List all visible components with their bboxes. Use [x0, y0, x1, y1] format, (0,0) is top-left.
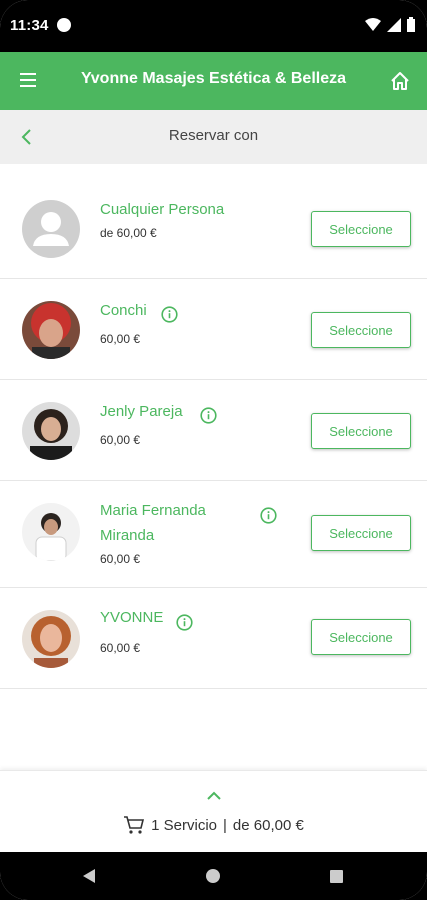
- select-button[interactable]: Seleccione: [311, 211, 411, 247]
- staff-price: de 60,00 €: [100, 226, 157, 240]
- phone-screen: 11:34 Yvonne Masajes Estética & Belleza …: [0, 0, 427, 900]
- app-title: Yvonne Masajes Estética & Belleza: [80, 70, 346, 87]
- cart-total: de 60,00 €: [232, 816, 304, 834]
- staff-row-conchi: Conchi 60,00 € Seleccione: [0, 279, 427, 380]
- page-title: Reservar con: [168, 127, 259, 144]
- select-button[interactable]: Seleccione: [311, 619, 411, 655]
- staff-price: 60,00 €: [100, 641, 141, 655]
- staff-name: Jenly Pareja: [100, 403, 183, 420]
- avatar: [22, 610, 80, 668]
- info-icon[interactable]: [200, 407, 217, 424]
- staff-name: Conchi: [100, 302, 147, 319]
- app-bar: Yvonne Masajes Estética & Belleza: [0, 52, 427, 110]
- cart-icon: [124, 816, 145, 834]
- nav-home-icon[interactable]: [206, 869, 220, 883]
- staff-row-maria: Maria Fernanda Miranda 60,00 € Seleccion…: [0, 481, 427, 588]
- staff-price: 60,00 €: [100, 552, 141, 566]
- status-icons: [365, 17, 415, 32]
- staff-name: Cualquier Persona: [100, 201, 225, 218]
- system-nav-bar: [0, 852, 427, 900]
- nav-back-icon[interactable]: [82, 868, 96, 884]
- sub-header: Reservar con: [0, 110, 427, 164]
- wifi-icon: [365, 17, 381, 31]
- status-bar: 11:34: [0, 0, 427, 52]
- avatar: [22, 301, 80, 359]
- select-button[interactable]: Seleccione: [311, 312, 411, 348]
- staff-price: 60,00 €: [100, 332, 141, 346]
- info-icon[interactable]: [176, 614, 193, 631]
- select-button[interactable]: Seleccione: [311, 413, 411, 449]
- battery-icon: [407, 17, 415, 32]
- staff-name: Maria Fernanda Miranda: [100, 502, 206, 544]
- status-time: 11:34: [10, 17, 49, 34]
- info-icon[interactable]: [260, 507, 277, 524]
- staff-price: 60,00 €: [100, 433, 141, 447]
- avatar: [22, 200, 80, 258]
- avatar: [22, 503, 80, 561]
- staff-list: Cualquier Persona de 60,00 € Seleccione …: [0, 178, 427, 689]
- menu-icon[interactable]: [20, 73, 36, 87]
- staff-row-jenly: Jenly Pareja 60,00 € Seleccione: [0, 380, 427, 481]
- avatar: [22, 402, 80, 460]
- cart-summary: 1 Servicio | de 60,00 €: [0, 815, 427, 835]
- staff-row-any: Cualquier Persona de 60,00 € Seleccione: [0, 178, 427, 279]
- select-button[interactable]: Seleccione: [311, 515, 411, 551]
- home-icon[interactable]: [389, 70, 411, 92]
- staff-name: YVONNE: [100, 609, 164, 626]
- cart-count: 1 Servicio: [151, 816, 218, 834]
- nav-recents-icon[interactable]: [330, 870, 343, 883]
- chevron-up-icon[interactable]: [206, 791, 222, 801]
- staff-row-yvonne: YVONNE 60,00 € Seleccione: [0, 588, 427, 689]
- cart-separator: |: [223, 816, 227, 834]
- info-icon[interactable]: [161, 306, 178, 323]
- cart-summary-bar[interactable]: 1 Servicio | de 60,00 €: [0, 770, 427, 853]
- signal-icon: [387, 17, 401, 32]
- notification-icon: [57, 18, 71, 32]
